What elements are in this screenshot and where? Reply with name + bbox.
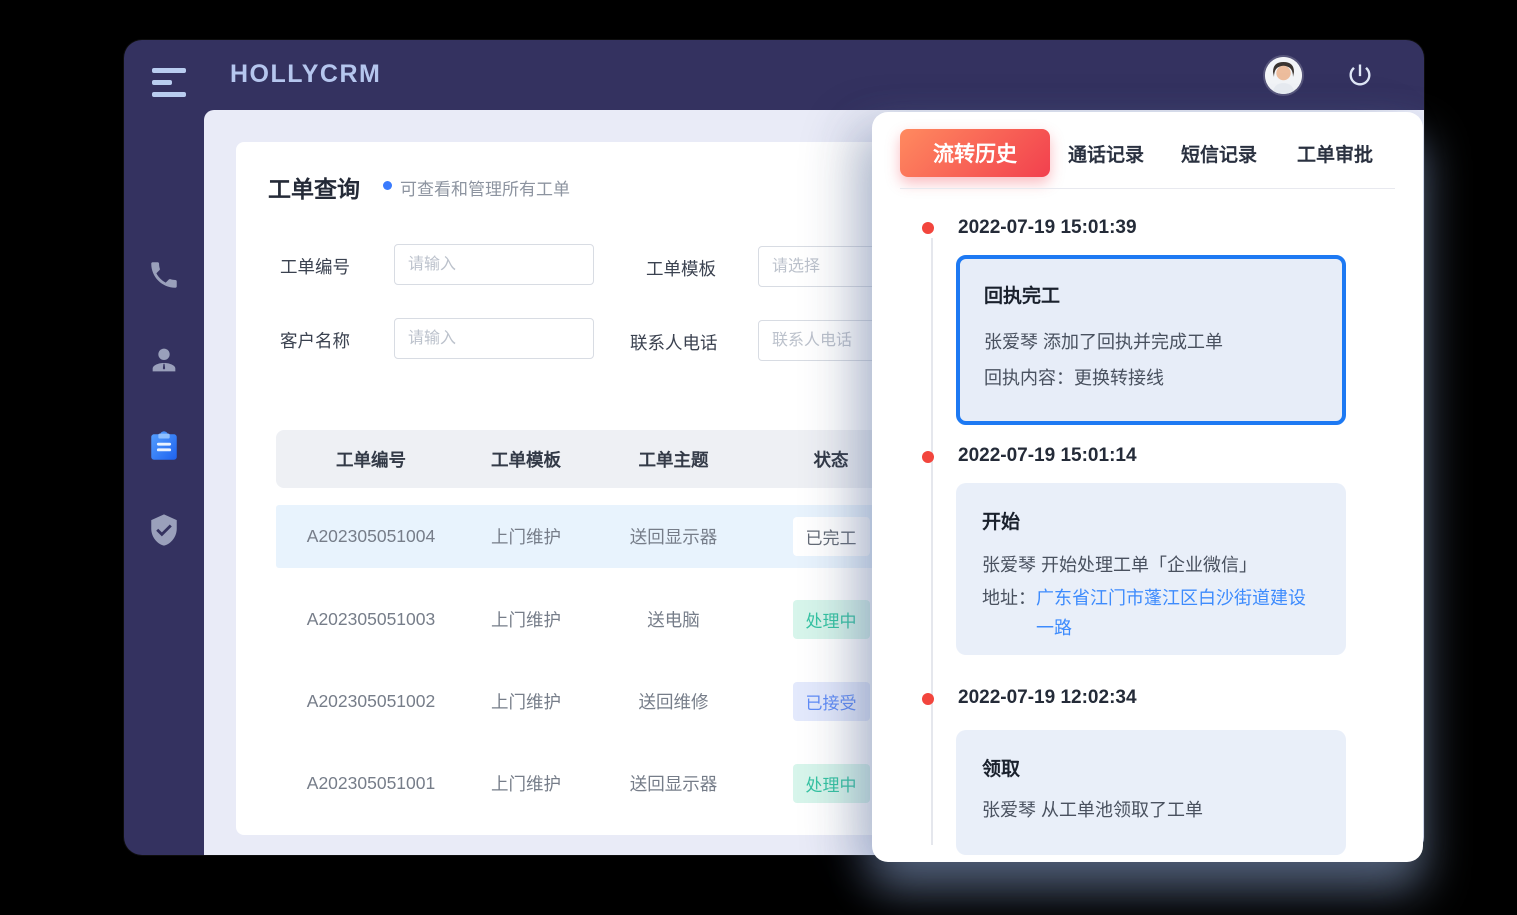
subtitle-dot-icon bbox=[383, 181, 392, 190]
menu-hamburger-icon[interactable] bbox=[152, 68, 188, 96]
person-icon bbox=[147, 343, 181, 377]
detail-tabs: 流转历史 通话记录 短信记录 工单审批 bbox=[900, 129, 1373, 177]
order-id-cell: A202305051002 bbox=[276, 691, 466, 712]
customer-name-input[interactable] bbox=[394, 318, 594, 359]
column-header-order-id: 工单编号 bbox=[276, 447, 466, 472]
timeline-card-claim[interactable]: 领取 张爱琴 从工单池领取了工单 bbox=[956, 730, 1346, 855]
tab-flow-history[interactable]: 流转历史 bbox=[900, 129, 1050, 177]
subject-cell: 送回显示器 bbox=[586, 524, 761, 549]
timeline-card-start[interactable]: 开始 张爱琴 开始处理工单「企业微信」 地址： 广东省江门市蓬江区白沙街道建设一… bbox=[956, 483, 1346, 655]
order-id-input[interactable] bbox=[394, 244, 594, 285]
brand-logo: HOLLYCRM bbox=[230, 60, 381, 89]
clipboard-icon bbox=[147, 430, 181, 464]
timeline-card-line: 张爱琴 添加了回执并完成工单 bbox=[984, 324, 1318, 360]
timeline-timestamp: 2022-07-19 12:02:34 bbox=[958, 687, 1137, 709]
column-header-subject: 工单主题 bbox=[586, 447, 761, 472]
status-badge: 已完工 bbox=[793, 517, 870, 556]
order-id-cell: A202305051004 bbox=[276, 526, 466, 547]
timeline-card-line: 张爱琴 从工单池领取了工单 bbox=[982, 795, 1320, 825]
timeline-dot bbox=[922, 222, 934, 234]
subject-cell: 送电脑 bbox=[586, 607, 761, 632]
filter-label-order-id: 工单编号 bbox=[280, 254, 350, 279]
template-cell: 上门维护 bbox=[466, 771, 586, 796]
page-subtitle: 可查看和管理所有工单 bbox=[400, 175, 570, 200]
filter-label-customer: 客户名称 bbox=[280, 328, 350, 353]
user-avatar[interactable] bbox=[1265, 57, 1302, 94]
tab-sms-records[interactable]: 短信记录 bbox=[1181, 140, 1257, 167]
sidebar bbox=[124, 110, 204, 855]
timeline-dot bbox=[922, 693, 934, 705]
page-title: 工单查询 bbox=[268, 170, 360, 204]
timeline-card-line: 回执内容：更换转接线 bbox=[984, 360, 1318, 396]
column-header-template: 工单模板 bbox=[466, 447, 586, 472]
tabs-divider bbox=[900, 188, 1395, 189]
sidebar-item-work-orders[interactable] bbox=[147, 430, 181, 464]
timeline-card-receipt-complete[interactable]: 回执完工 张爱琴 添加了回执并完成工单 回执内容：更换转接线 bbox=[956, 255, 1346, 425]
tab-call-records[interactable]: 通话记录 bbox=[1068, 140, 1144, 167]
template-cell: 上门维护 bbox=[466, 607, 586, 632]
timeline-card-title: 领取 bbox=[982, 754, 1320, 781]
avatar-image bbox=[1265, 57, 1302, 94]
status-badge: 已接受 bbox=[793, 682, 870, 721]
subject-cell: 送回显示器 bbox=[586, 771, 761, 796]
address-label: 地址： bbox=[982, 583, 1036, 643]
timeline-line bbox=[931, 238, 933, 845]
timeline-timestamp: 2022-07-19 15:01:14 bbox=[958, 445, 1137, 467]
timeline-card-title: 回执完工 bbox=[984, 281, 1318, 308]
logout-power-icon[interactable] bbox=[1346, 61, 1374, 89]
timeline-card-title: 开始 bbox=[982, 507, 1320, 534]
app-header: HOLLYCRM bbox=[124, 40, 1424, 110]
order-id-cell: A202305051003 bbox=[276, 609, 466, 630]
tab-order-approval[interactable]: 工单审批 bbox=[1297, 140, 1373, 167]
sidebar-item-calls[interactable] bbox=[147, 258, 181, 292]
template-cell: 上门维护 bbox=[466, 689, 586, 714]
filter-label-template: 工单模板 bbox=[646, 256, 716, 281]
status-badge: 处理中 bbox=[793, 764, 870, 803]
sidebar-item-security[interactable] bbox=[147, 513, 181, 547]
timeline-dot bbox=[922, 451, 934, 463]
order-id-cell: A202305051001 bbox=[276, 773, 466, 794]
template-cell: 上门维护 bbox=[466, 524, 586, 549]
subject-cell: 送回维修 bbox=[586, 689, 761, 714]
address-link[interactable]: 广东省江门市蓬江区白沙街道建设一路 bbox=[1036, 583, 1320, 643]
sidebar-item-customers[interactable] bbox=[147, 343, 181, 377]
work-order-detail-panel: 流转历史 通话记录 短信记录 工单审批 2022-07-19 15:01:39 … bbox=[872, 112, 1423, 862]
timeline-card-address-row: 地址： 广东省江门市蓬江区白沙街道建设一路 bbox=[982, 583, 1320, 643]
shield-check-icon bbox=[147, 513, 181, 547]
phone-icon bbox=[147, 258, 181, 292]
status-badge: 处理中 bbox=[793, 600, 870, 639]
filter-label-phone: 联系人电话 bbox=[630, 330, 718, 355]
timeline-card-line: 张爱琴 开始处理工单「企业微信」 bbox=[982, 550, 1320, 580]
timeline-timestamp: 2022-07-19 15:01:39 bbox=[958, 217, 1137, 239]
